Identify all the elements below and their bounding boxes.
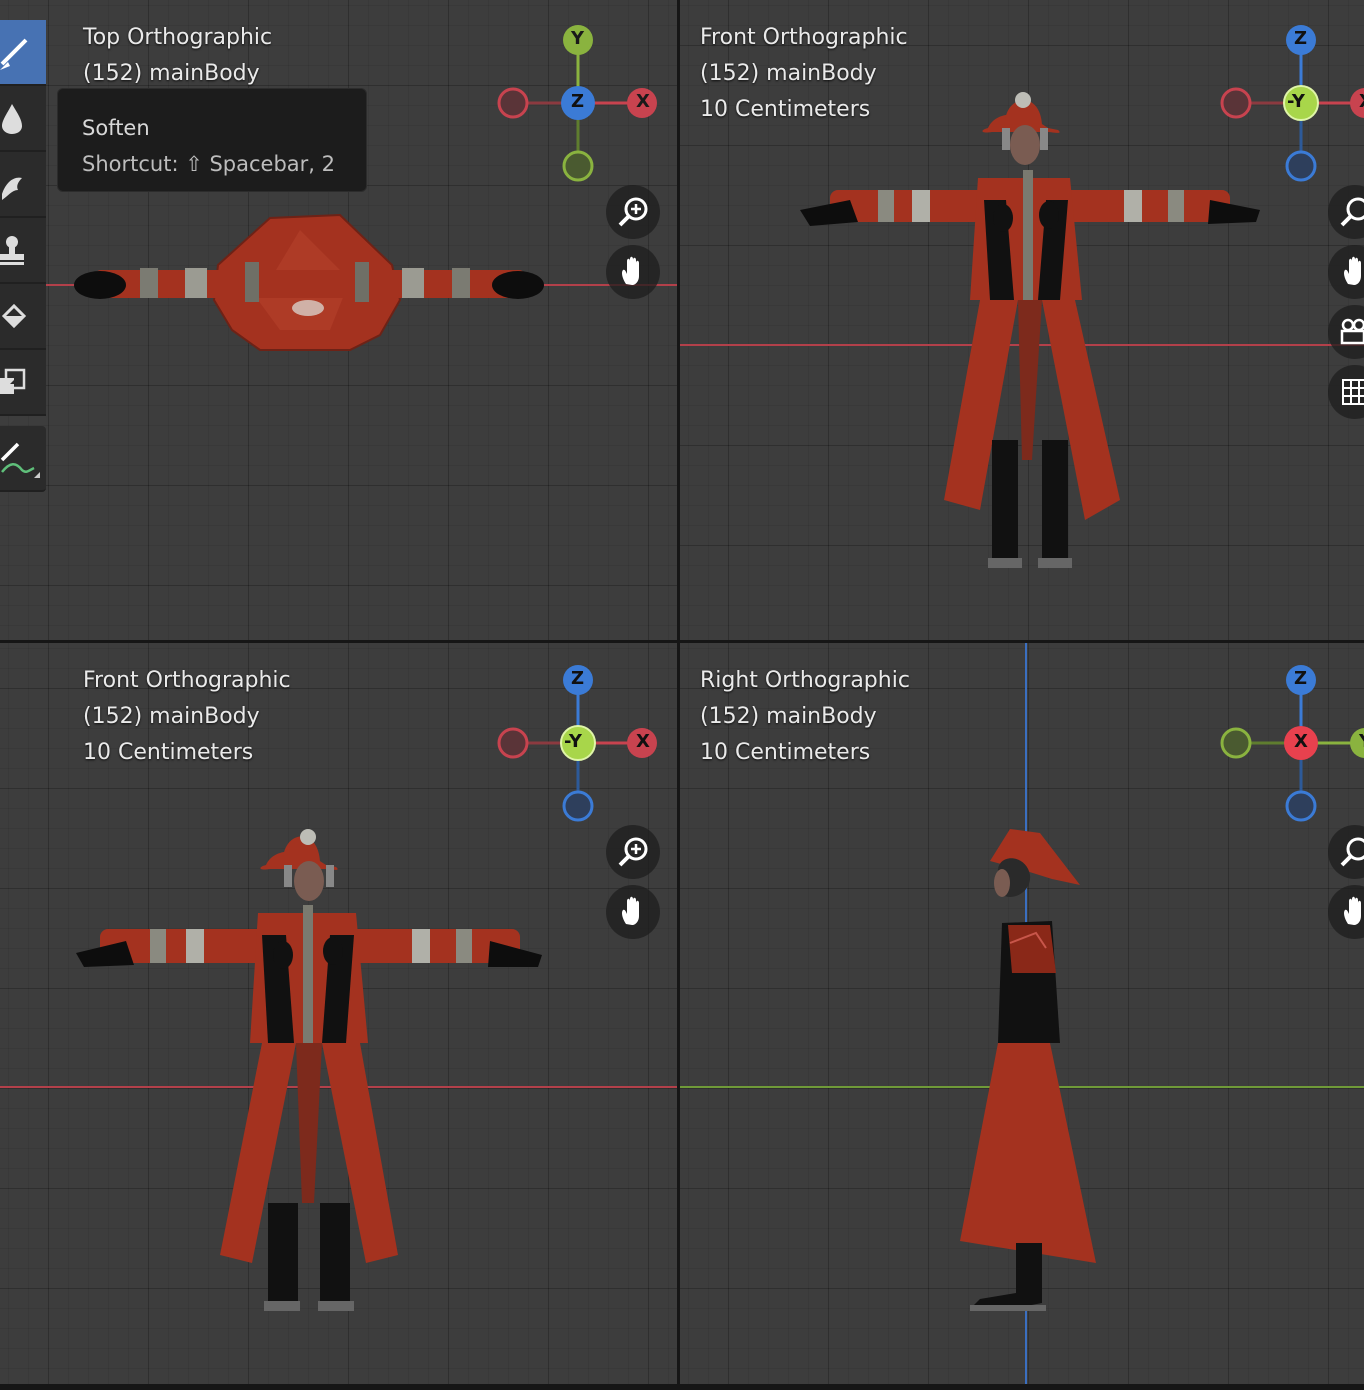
gizmo-label-top: Y xyxy=(571,28,585,49)
camera-icon xyxy=(1340,318,1364,345)
viewport-hud: Top Orthographic (152) mainBody xyxy=(83,20,272,92)
grid-scale: 10 Centimeters xyxy=(700,740,871,765)
tool-shelf xyxy=(0,20,46,492)
gizmo-label-top: Z xyxy=(1294,28,1308,49)
viewport-hud: Right Orthographic (152) mainBody 10 Cen… xyxy=(700,663,910,771)
navigation-gizmo[interactable]: Y Z X xyxy=(493,18,663,188)
gizmo-y-negative xyxy=(1220,727,1252,759)
gizmo-label-top: Z xyxy=(571,668,585,689)
viewport-front-orthographic-2[interactable]: Front Orthographic (152) mainBody 10 Cen… xyxy=(0,643,677,1384)
view-name: Front Orthographic xyxy=(83,668,291,693)
gizmo-z-negative xyxy=(562,790,594,822)
view-name: Right Orthographic xyxy=(700,668,910,693)
gizmo-z-negative xyxy=(1285,790,1317,822)
tool-smear[interactable] xyxy=(0,152,46,218)
fill-bucket-icon xyxy=(1,303,27,329)
mask-icon xyxy=(0,368,26,394)
tool-fill[interactable] xyxy=(0,284,46,350)
grid-scale: 10 Centimeters xyxy=(83,740,254,765)
gizmo-label-center: -Y xyxy=(1287,91,1305,112)
tool-tooltip: Soften Shortcut: ⇧ Spacebar, 2 xyxy=(57,88,367,192)
gizmo-x-negative xyxy=(497,87,529,119)
navigation-gizmo[interactable]: Z -Y X xyxy=(1216,18,1364,188)
smear-icon xyxy=(2,177,22,200)
gizmo-z-negative xyxy=(1285,150,1317,182)
object-name: (152) mainBody xyxy=(700,61,877,86)
tool-mask[interactable] xyxy=(0,350,46,416)
hand-pan-icon xyxy=(622,896,639,925)
viewport-top-orthographic[interactable]: Top Orthographic (152) mainBody Y Z X So… xyxy=(0,0,677,640)
zoom-magnifier-icon xyxy=(1340,837,1364,867)
navigation-gizmo[interactable]: Z X Y xyxy=(1216,658,1364,828)
tool-annotate[interactable] xyxy=(0,426,46,492)
annotate-icon xyxy=(0,442,40,478)
gizmo-label-right: Y xyxy=(1359,731,1364,752)
gizmo-y-negative xyxy=(562,150,594,182)
viewport-right-orthographic[interactable]: Right Orthographic (152) mainBody 10 Cen… xyxy=(680,643,1364,1384)
zoom-magnifier-icon xyxy=(618,837,648,867)
tooltip-title: Soften xyxy=(82,116,150,140)
hand-pan-icon xyxy=(1344,896,1361,925)
gizmo-x-negative xyxy=(497,727,529,759)
grid-scale: 10 Centimeters xyxy=(700,97,871,122)
gizmo-label-right: X xyxy=(1359,91,1364,112)
view-name: Front Orthographic xyxy=(700,25,908,50)
gizmo-x-negative xyxy=(1220,87,1252,119)
hand-pan-icon xyxy=(622,256,639,285)
tool-draw[interactable] xyxy=(0,20,46,86)
gizmo-label-center: Z xyxy=(571,91,585,112)
soften-drop-icon xyxy=(2,104,22,134)
pan-button[interactable] xyxy=(606,885,660,939)
clone-stamp-icon xyxy=(0,236,24,265)
viewport-front-orthographic[interactable]: Front Orthographic (152) mainBody 10 Cen… xyxy=(680,0,1364,640)
object-name: (152) mainBody xyxy=(83,704,260,729)
tool-soften[interactable] xyxy=(0,86,46,152)
gizmo-label-right: X xyxy=(636,731,650,752)
gizmo-label-center: X xyxy=(1294,731,1308,752)
hand-pan-icon xyxy=(1344,256,1361,285)
object-name: (152) mainBody xyxy=(700,704,877,729)
gizmo-label-right: X xyxy=(636,91,650,112)
zoom-magnifier-icon xyxy=(1340,197,1364,227)
zoom-button[interactable] xyxy=(606,185,660,239)
gizmo-label-center: -Y xyxy=(564,731,582,752)
zoom-magnifier-icon xyxy=(618,197,648,227)
viewport-hud: Front Orthographic (152) mainBody 10 Cen… xyxy=(700,20,908,128)
view-name: Top Orthographic xyxy=(83,25,273,50)
object-name: (152) mainBody xyxy=(83,61,260,86)
zoom-button[interactable] xyxy=(606,825,660,879)
draw-brush-icon xyxy=(0,38,28,70)
pan-button[interactable] xyxy=(606,245,660,299)
tooltip-shortcut: Shortcut: ⇧ Spacebar, 2 xyxy=(82,152,336,176)
navigation-gizmo[interactable]: Z -Y X xyxy=(493,658,663,828)
gizmo-label-top: Z xyxy=(1294,668,1308,689)
viewport-hud: Front Orthographic (152) mainBody 10 Cen… xyxy=(83,663,291,771)
tool-clone[interactable] xyxy=(0,218,46,284)
grid-icon xyxy=(1342,379,1364,405)
